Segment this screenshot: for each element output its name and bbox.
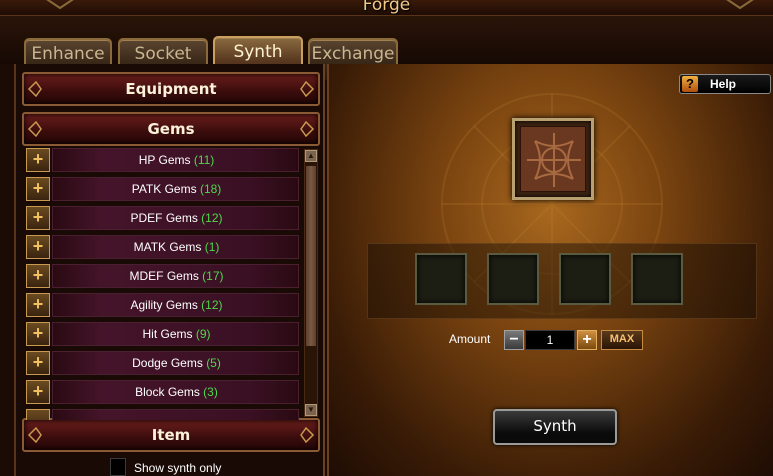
material-slot-1[interactable] <box>415 253 467 305</box>
help-button[interactable]: ? Help <box>679 74 771 94</box>
list-item[interactable]: MATK Gems (1) <box>52 235 299 259</box>
ornament-icon <box>300 80 315 98</box>
ornament-icon <box>27 80 42 98</box>
amount-max-button[interactable]: MAX <box>601 330 643 350</box>
gem-count: (3) <box>203 385 218 399</box>
category-item-header[interactable]: Item <box>22 418 320 452</box>
question-icon: ? <box>682 76 698 92</box>
material-slots <box>367 243 757 319</box>
gem-count: (18) <box>199 182 222 196</box>
material-slot-2[interactable] <box>487 253 539 305</box>
ornate-pattern-icon <box>527 133 581 187</box>
show-synth-only-label: Show synth only <box>134 461 222 475</box>
expand-plus-icon[interactable]: + <box>26 322 50 346</box>
gem-name: PATK Gems <box>131 182 197 196</box>
list-item[interactable]: MDEF Gems (17) <box>52 264 299 288</box>
amount-label: Amount <box>449 332 491 346</box>
gem-name: Dodge Gems <box>132 356 203 370</box>
gem-count: (11) <box>193 153 215 167</box>
gem-list: + HP Gems (11) + PATK Gems (18) + PDEF G… <box>26 148 316 420</box>
list-item[interactable]: HP Gems (11) <box>52 148 299 172</box>
category-equipment-label: Equipment <box>125 80 217 98</box>
synth-button[interactable]: Synth <box>493 409 617 445</box>
material-slot-4[interactable] <box>631 253 683 305</box>
help-label: Help <box>710 77 737 91</box>
gem-row-dodge[interactable]: + Dodge Gems (5) <box>26 351 302 375</box>
gem-name: MDEF Gems <box>129 269 199 283</box>
gem-row-pdef[interactable]: + PDEF Gems (12) <box>26 206 302 230</box>
gem-row-hit[interactable]: + Hit Gems (9) <box>26 322 302 346</box>
gem-row-block[interactable]: + Block Gems (3) <box>26 380 302 404</box>
gem-count: (12) <box>201 298 223 312</box>
gem-count: (17) <box>202 269 224 283</box>
list-item[interactable]: PATK Gems (18) <box>52 177 299 201</box>
expand-plus-icon[interactable]: + <box>26 148 50 172</box>
ornament-icon <box>300 120 315 138</box>
category-item-label: Item <box>151 426 191 444</box>
gem-row-agility[interactable]: + Agility Gems (12) <box>26 293 302 317</box>
expand-plus-icon[interactable]: + <box>26 351 50 375</box>
gem-count: (12) <box>201 211 223 225</box>
expand-plus-icon[interactable]: + <box>26 206 50 230</box>
tab-strip: Enhance Socket Synth Exchange <box>0 16 773 80</box>
list-item[interactable] <box>52 409 299 420</box>
gem-row-partial[interactable] <box>26 409 302 420</box>
ornament-icon <box>27 426 42 444</box>
amount-plus-button[interactable]: + <box>577 330 597 350</box>
result-item-slot[interactable] <box>512 118 594 200</box>
amount-minus-button[interactable]: − <box>504 330 524 350</box>
gem-row-hp[interactable]: + HP Gems (11) <box>26 148 302 172</box>
list-item[interactable]: PDEF Gems (12) <box>52 206 299 230</box>
gem-name: HP Gems <box>138 153 191 167</box>
synth-workspace: ? Help Amount − 1 + MAX Synth <box>327 64 773 476</box>
result-slot-placeholder <box>520 126 586 192</box>
expand-plus-icon[interactable]: + <box>26 177 50 201</box>
gem-row-patk[interactable]: + PATK Gems (18) <box>26 177 302 201</box>
gem-name: Block Gems <box>135 385 200 399</box>
expand-plus-icon[interactable] <box>26 409 50 420</box>
list-item[interactable]: Dodge Gems (5) <box>52 351 299 375</box>
category-gems-label: Gems <box>147 120 195 138</box>
list-item[interactable]: Block Gems (3) <box>52 380 299 404</box>
expand-plus-icon[interactable]: + <box>26 235 50 259</box>
gem-row-matk[interactable]: + MATK Gems (1) <box>26 235 302 259</box>
gem-count: (9) <box>195 327 211 341</box>
gem-name: PDEF Gems <box>130 211 198 225</box>
window-title: Forge <box>362 0 411 15</box>
ornament-icon <box>27 120 42 138</box>
ornament-icon <box>300 426 315 444</box>
category-gems-header[interactable]: Gems <box>22 112 320 146</box>
expand-plus-icon[interactable]: + <box>26 264 50 288</box>
gem-name: MATK Gems <box>133 240 202 254</box>
amount-input[interactable]: 1 <box>525 330 575 350</box>
expand-plus-icon[interactable]: + <box>26 293 50 317</box>
gem-name: Agility Gems <box>130 298 198 312</box>
corner-ornament-right <box>726 0 754 10</box>
show-synth-only-checkbox[interactable] <box>110 458 126 476</box>
gem-name: Hit Gems <box>142 327 193 341</box>
category-equipment-header[interactable]: Equipment <box>22 72 320 106</box>
list-item[interactable]: Hit Gems (9) <box>52 322 299 346</box>
gem-count: (5) <box>206 356 221 370</box>
material-slot-3[interactable] <box>559 253 611 305</box>
gem-count: (1) <box>204 240 220 254</box>
gem-row-mdef[interactable]: + MDEF Gems (17) <box>26 264 302 288</box>
window-titlebar: Forge <box>0 0 773 16</box>
expand-plus-icon[interactable]: + <box>26 380 50 404</box>
list-item[interactable]: Agility Gems (12) <box>52 293 299 317</box>
